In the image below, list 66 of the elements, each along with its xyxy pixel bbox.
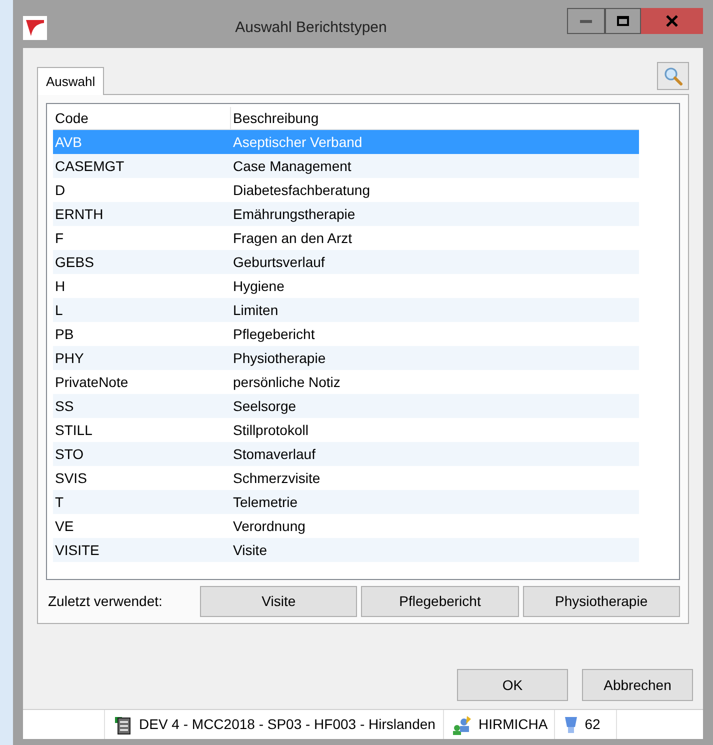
- table-cell-text: SVIS: [54, 468, 88, 488]
- users-icon: [450, 714, 472, 734]
- table-cell-text: STO: [54, 444, 85, 464]
- count-text: 62: [584, 715, 600, 734]
- search-button[interactable]: [657, 62, 689, 90]
- table-cell-text: Limiten: [232, 300, 280, 320]
- close-button[interactable]: [641, 8, 703, 34]
- table-cell-text: Physiotherapie: [232, 348, 327, 368]
- table-cell-text: Visite: [232, 540, 268, 560]
- cancel-button[interactable]: Abbrechen: [582, 669, 693, 701]
- table-cell-text: GEBS: [54, 252, 95, 272]
- table-row[interactable]: CASEMGT Case Management: [53, 154, 639, 178]
- window-title: Auswahl Berichtstypen: [234, 18, 388, 38]
- table-row[interactable]: L Limiten: [53, 298, 639, 322]
- table-cell-text: SS: [54, 396, 75, 416]
- recent-button[interactable]: Pflegebericht: [361, 586, 519, 617]
- column-header[interactable]: Code: [53, 107, 231, 129]
- app-logo-icon: [23, 16, 47, 40]
- table-row[interactable]: STO Stomaverlauf: [53, 442, 639, 466]
- table-cell-text: F: [54, 228, 65, 248]
- table-cell-text: Emährungstherapie: [232, 204, 356, 224]
- table-cell-text: D: [54, 180, 66, 200]
- table-cell-text: Case Management: [232, 156, 352, 176]
- table-cell-text: PB: [54, 324, 75, 344]
- table-row[interactable]: SS Seelsorge: [53, 394, 639, 418]
- table-cell-text: H: [54, 276, 66, 296]
- server-icon: [113, 714, 133, 734]
- table-cell-text: Telemetrie: [232, 492, 299, 512]
- table-cell-text: persönliche Notiz: [232, 372, 342, 392]
- table-cell-text: Pflegebericht: [232, 324, 316, 344]
- table-cell-text: Seelsorge: [232, 396, 298, 416]
- table-cell-text: ERNTH: [54, 204, 104, 224]
- recent-label: Zuletzt verwendet:: [47, 592, 164, 611]
- table-cell-text: Stomaverlauf: [232, 444, 316, 464]
- table-cell-text: T: [54, 492, 65, 512]
- table-cell-text: Diabetesfachberatung: [232, 180, 371, 200]
- recent-button[interactable]: Visite: [200, 586, 358, 617]
- tab[interactable]: Auswahl: [37, 67, 104, 95]
- table-cell-text: L: [54, 300, 64, 320]
- recent-button[interactable]: Physiotherapie: [522, 586, 680, 617]
- table-cell-text: Verordnung: [232, 516, 306, 536]
- table-cell-text: Hygiene: [232, 276, 286, 296]
- table-cell-text: Aseptischer Verband: [232, 132, 364, 152]
- table-row[interactable]: PHY Physiotherapie: [53, 346, 639, 370]
- cup-icon: [562, 714, 579, 734]
- close-icon: [666, 15, 678, 27]
- ok-button[interactable]: OK: [457, 669, 568, 701]
- table-cell-text: PHY: [54, 348, 85, 368]
- table-cell-text: PrivateNote: [54, 372, 130, 392]
- table-row[interactable]: T Telemetrie: [53, 490, 639, 514]
- search-icon: [663, 66, 683, 86]
- table-cell-text: STILL: [54, 420, 94, 440]
- table-row[interactable]: VISITE Visite: [53, 538, 639, 562]
- table-cell-text: Geburtsverlauf: [232, 252, 326, 272]
- table-cell-text: Fragen an den Arzt: [232, 228, 354, 248]
- user-name: HIRMICHA: [478, 715, 548, 734]
- maximize-button[interactable]: [605, 8, 641, 34]
- table-cell-text: AVB: [54, 132, 83, 152]
- table-cell-text: VE: [54, 516, 75, 536]
- table-cell-text: CASEMGT: [54, 156, 126, 176]
- table-row[interactable]: ERNTH Emährungstherapie: [53, 202, 639, 226]
- table-cell-text: Stillprotokoll: [232, 420, 310, 440]
- table-cell-text: Schmerzvisite: [232, 468, 322, 488]
- connection-text: DEV 4 - MCC2018 - SP03 - HF003 - Hirslanden: [139, 715, 436, 734]
- table-cell-text: VISITE: [54, 540, 100, 560]
- table-row[interactable]: GEBS Geburtsverlauf: [53, 250, 639, 274]
